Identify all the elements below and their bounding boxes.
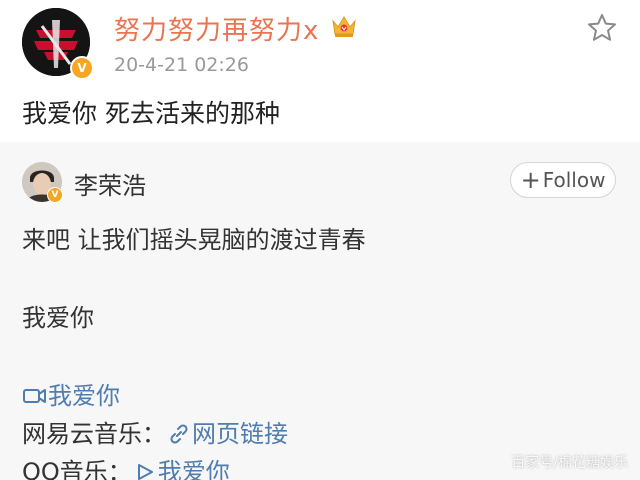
verified-badge: V <box>70 56 94 80</box>
follow-label: Follow <box>542 168 606 192</box>
qq-music-line: QQ音乐： 我爱你 <box>22 452 230 480</box>
follow-button[interactable]: + Follow <box>510 162 616 198</box>
post-author-name[interactable]: 努力努力再努力x <box>114 10 319 47</box>
repost-text-line-1: 来吧 让我们摇头晃脑的渡过青春 <box>22 226 366 254</box>
qq-label: QQ音乐： <box>22 458 132 480</box>
video-link-label[interactable]: 我爱你 <box>48 382 120 410</box>
post-timestamp: 20-4-21 02:26 <box>114 54 249 76</box>
post-header: V 努力努力再努力x 20-4-21 02:26 我爱你 死去活来的那种 <box>0 0 640 142</box>
video-camera-icon <box>23 389 46 403</box>
netease-label: 网易云音乐： <box>22 420 166 448</box>
star-outline-icon[interactable] <box>586 12 618 44</box>
weibo-post-page: V 努力努力再努力x 20-4-21 02:26 我爱你 死去活来的那种 V 李… <box>0 0 640 480</box>
plus-icon: + <box>520 166 541 194</box>
repost-verified-badge: V <box>47 187 63 203</box>
watermark: 百家号/棉花糖娱乐 <box>511 455 628 471</box>
video-link[interactable]: 我爱你 <box>22 376 120 411</box>
play-triangle-icon <box>137 464 153 480</box>
crown-icon <box>332 16 356 37</box>
qq-music-link[interactable]: 我爱你 <box>158 458 230 480</box>
repost-card[interactable]: V 李荣浩 + Follow 来吧 让我们摇头晃脑的渡过青春 我爱你 我爱你 网易… <box>0 142 640 480</box>
repost-author-name[interactable]: 李荣浩 <box>74 166 146 201</box>
repost-text-line-2: 我爱你 <box>22 304 94 332</box>
link-chain-icon <box>170 424 188 444</box>
netease-music-line: 网易云音乐： 网页链接 <box>22 414 288 449</box>
netease-web-link[interactable]: 网页链接 <box>192 420 288 448</box>
post-text: 我爱你 死去活来的那种 <box>22 99 280 128</box>
